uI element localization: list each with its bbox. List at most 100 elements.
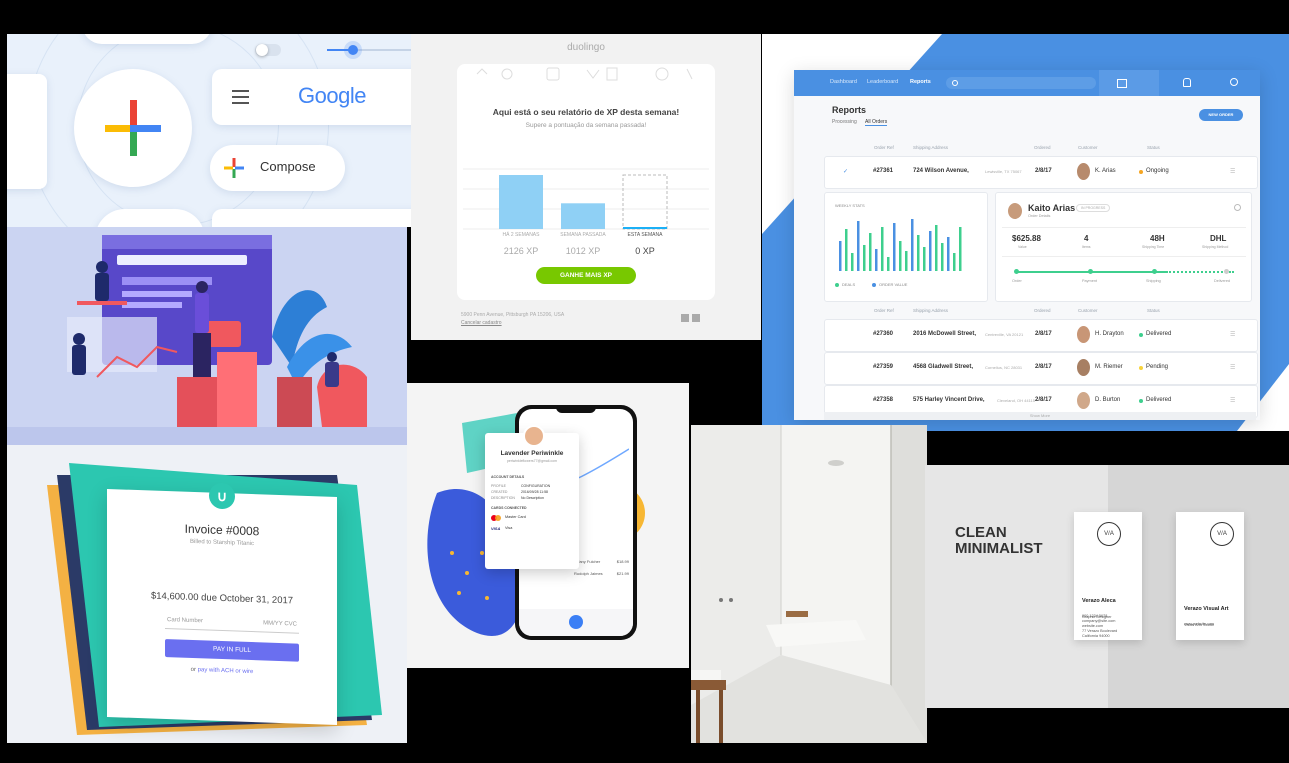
compose-label: Compose	[260, 159, 316, 174]
card-info: www.website.com	[1184, 622, 1214, 627]
order-address: 4568 Gladwell Street,	[913, 364, 974, 370]
card-name[interactable]: Master Card	[505, 515, 526, 519]
new-order-button[interactable]: NEW ORDER	[1199, 109, 1243, 121]
compose-button[interactable]: Compose	[210, 145, 345, 191]
legend-deals: DEALS	[842, 282, 856, 287]
tab-all-orders[interactable]: All Orders	[865, 119, 888, 126]
business-cards-tile: CLEAN MINIMALIST V/A Verazo Aleca Graphi…	[925, 465, 1289, 708]
avatar	[1077, 326, 1090, 343]
list-item[interactable]: Tiffany Fulcher $18.99	[574, 559, 629, 571]
ach-wire-link[interactable]: pay with ACH or wire	[198, 667, 254, 675]
compose-plus-icon	[224, 158, 244, 178]
order-detail-card: Kaito Arias Order Details IN PROGRESS $6…	[995, 192, 1252, 302]
avatar	[1077, 163, 1090, 180]
nav-icon-box	[1099, 70, 1159, 96]
doodle-icons	[476, 67, 693, 81]
fab-button[interactable]	[74, 69, 192, 187]
col-ordered: Ordered	[1034, 308, 1051, 313]
side-card	[7, 74, 47, 189]
col-ordered: Ordered	[1034, 145, 1051, 150]
detail-name: Kaito Arias	[1028, 203, 1076, 213]
stat-bar	[959, 227, 962, 271]
gear-icon[interactable]	[1230, 78, 1238, 86]
order-ref: #27361	[873, 168, 894, 174]
slider[interactable]	[327, 45, 417, 55]
tab-processing[interactable]: Processing	[832, 119, 857, 125]
va-monogram-icon: V/A	[1097, 522, 1121, 546]
expiry-placeholder: MM/YY CVC	[263, 620, 297, 628]
stat-label: Value	[1018, 245, 1027, 249]
col-status: Status	[1147, 145, 1160, 150]
account-fields: PROFILE CONFIGURATION CREATED 2016/09/28 1…	[491, 483, 550, 501]
top-nav: Dashboard Leaderboard Reports	[794, 70, 1260, 96]
card-number-input[interactable]: Card Number MM/YY CVC	[165, 614, 299, 634]
row-menu-icon[interactable]: ☰	[1230, 168, 1235, 175]
menu-icon[interactable]	[232, 90, 249, 104]
stat-bar	[869, 233, 872, 271]
card-number-placeholder: Card Number	[167, 617, 204, 625]
gear-icon[interactable]	[1234, 204, 1241, 211]
detail-stats: $625.88 Value 4 Items 48H Shipping Time …	[1002, 227, 1246, 257]
earn-xp-button[interactable]: GANHE MAIS XP	[536, 267, 636, 284]
stat-label: Items	[1082, 245, 1091, 249]
step-label: Order	[1012, 279, 1022, 283]
status-badge: Delivered	[1146, 397, 1172, 403]
order-address: 724 Wilson Avenue,	[913, 168, 969, 174]
avatar	[1077, 359, 1090, 376]
step-dot	[1224, 269, 1229, 274]
xp-category-label: ESTA SEMANA	[627, 232, 663, 238]
xp-value-label: 0 XP	[635, 246, 655, 256]
toggle-switch[interactable]	[255, 44, 281, 56]
stat-bar	[851, 253, 854, 271]
stat-bar	[875, 249, 878, 271]
nav-dashboard[interactable]: Dashboard	[830, 79, 857, 85]
card-name: Verazo Aleca	[1082, 598, 1116, 604]
stat-bar	[929, 231, 932, 271]
status-badge: Pending	[1146, 364, 1169, 370]
step-label: Shipping	[1146, 279, 1161, 283]
stat-bar	[863, 245, 866, 271]
stat-bar	[839, 241, 842, 271]
row-menu-icon[interactable]: ☰	[1230, 331, 1235, 338]
show-more-button[interactable]: Show More	[824, 412, 1256, 420]
team-illustration-tile	[7, 227, 407, 445]
report-subheading: Supere a pontuação da semana passada!	[525, 122, 647, 129]
headline-line: MINIMALIST	[955, 540, 1043, 557]
row-menu-icon[interactable]: ☰	[1230, 397, 1235, 404]
order-date: 2/8/17	[1035, 168, 1052, 174]
nav-reports[interactable]: Reports	[910, 79, 931, 85]
stat-bar	[941, 243, 944, 271]
invoice-card: ∪ Invoice #0008 Billed to Starship Titan…	[107, 482, 337, 726]
status-dot	[1139, 366, 1143, 370]
col-order-ref: Order Ref	[874, 145, 894, 150]
col-customer: Customer	[1078, 308, 1098, 313]
twitter-icon[interactable]	[692, 314, 700, 322]
card-name[interactable]: Visa	[505, 526, 512, 530]
table-row[interactable]: #27359 4568 Gladwell Street, Cornelius, …	[824, 352, 1258, 385]
legend-order-value: ORDER VALUE	[879, 282, 908, 287]
field-value: No Description	[521, 496, 544, 500]
search-input[interactable]	[946, 77, 1096, 89]
avatar	[523, 425, 545, 447]
stat-bar	[899, 241, 902, 271]
table-row[interactable]: #27360 2016 McDowell Street, Centreville…	[824, 319, 1258, 352]
nav-leaderboard[interactable]: Leaderboard	[867, 79, 898, 85]
pay-in-full-button[interactable]: PAY IN FULL	[165, 639, 299, 662]
table-row[interactable]: ✓ #27361 724 Wilson Avenue, Lewisville, …	[824, 156, 1258, 189]
stat-bar	[917, 235, 920, 271]
weekly-stats-label: WEEKLY STATS	[835, 203, 865, 208]
list-item[interactable]: Rudolph Jaimes $21.99	[574, 571, 629, 583]
alt-prefix: or	[190, 666, 198, 674]
unsubscribe-link[interactable]: Cancelar cadastro	[461, 320, 502, 326]
order-city: Lewisville, TX 75067	[985, 169, 1022, 174]
stat-bar	[857, 221, 860, 271]
mail-icon[interactable]	[1117, 79, 1127, 88]
tab-bar-center-button[interactable]	[569, 615, 583, 629]
google-logo: Google	[298, 83, 366, 108]
bell-icon[interactable]	[1183, 78, 1191, 87]
xp-category-label: SEMANA PASSADA	[560, 232, 606, 238]
duolingo-email-tile: duolingo Aqui está o seu relatório de XP…	[411, 34, 761, 340]
row-menu-icon[interactable]: ☰	[1230, 364, 1235, 371]
facebook-icon[interactable]	[681, 314, 689, 322]
list-item-amount: $18.99	[616, 559, 629, 564]
